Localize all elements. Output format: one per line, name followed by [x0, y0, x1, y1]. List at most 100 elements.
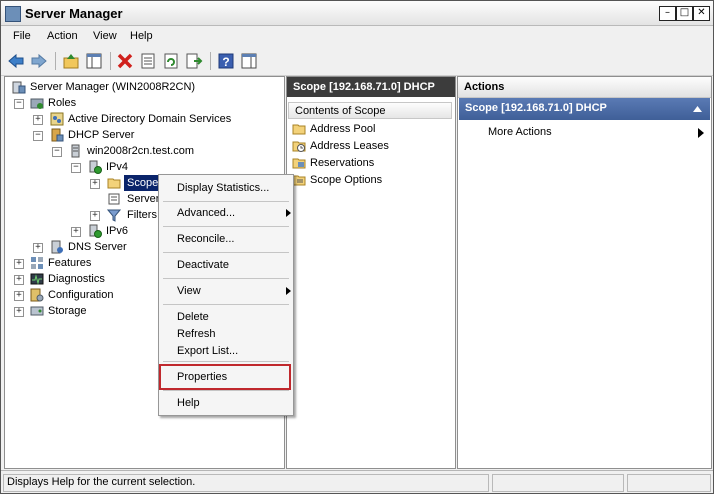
minimize-button[interactable]: –	[659, 6, 676, 21]
tree-label-dhcp-server: DHCP Server	[68, 129, 135, 141]
status-segment-main: Displays Help for the current selection.	[3, 474, 489, 492]
expand-adds-icon[interactable]: +	[33, 115, 43, 125]
tree-label-dns-server: DNS Server	[68, 241, 127, 253]
expand-ipv6-icon[interactable]: +	[71, 227, 81, 237]
expand-scope-icon[interactable]: +	[90, 179, 100, 189]
actions-pane-header: Actions	[458, 77, 711, 98]
diagnostics-icon	[30, 273, 44, 285]
menu-view[interactable]: View	[93, 30, 117, 42]
address-pool-icon	[292, 124, 306, 135]
menu-item-advanced[interactable]: Advanced...	[177, 205, 291, 221]
context-menu: Display Statistics... Advanced... Reconc…	[158, 174, 294, 416]
status-bar: Displays Help for the current selection.	[1, 470, 713, 493]
ipv4-icon	[89, 160, 102, 174]
tree-label-root: Server Manager (WIN2008R2CN)	[30, 81, 196, 93]
menu-item-delete[interactable]: Delete	[177, 309, 209, 325]
toolbar: ?	[1, 47, 713, 76]
tree-label-adds: Active Directory Domain Services	[68, 113, 232, 125]
tree-label-ipv4: IPv4	[106, 161, 129, 173]
server-computer-icon	[71, 144, 80, 158]
export-list-icon[interactable]	[185, 52, 203, 70]
menu-action[interactable]: Action	[47, 30, 78, 42]
address-leases-clock-icon	[292, 141, 306, 152]
properties-sheet-icon[interactable]	[139, 52, 157, 70]
folder-icon	[107, 178, 121, 189]
forward-arrow-icon[interactable]	[30, 52, 48, 70]
tree-label-diagnostics: Diagnostics	[48, 273, 105, 285]
tree-label-server-options: Server	[127, 193, 160, 205]
menu-bar: File Action View Help	[1, 26, 713, 46]
server-manager-icon	[12, 81, 26, 94]
toolbar-separator	[110, 52, 111, 70]
expand-storage-icon[interactable]: +	[14, 307, 24, 317]
collapse-ipv4-icon[interactable]: −	[71, 163, 81, 173]
reservations-icon	[292, 158, 306, 169]
dhcp-server-icon	[51, 128, 64, 142]
menu-separator	[163, 361, 289, 362]
tree-label-ipv6: IPv6	[106, 225, 129, 237]
menu-item-help[interactable]: Help	[177, 395, 200, 411]
close-button[interactable]: ✕	[693, 6, 710, 21]
expand-diagnostics-icon[interactable]: +	[14, 275, 24, 285]
list-label-address-pool: Address Pool	[310, 123, 376, 135]
menu-item-view[interactable]: View	[177, 283, 291, 299]
actions-section-bar[interactable]: Scope [192.168.71.0] DHCP	[459, 98, 710, 120]
server-manager-app-icon	[5, 6, 21, 22]
menu-item-export-list[interactable]: Export List...	[177, 343, 238, 359]
svg-text:?: ?	[222, 55, 229, 69]
more-actions-label: More Actions	[488, 126, 552, 138]
submenu-arrow-icon	[698, 128, 704, 138]
collapse-roles-icon[interactable]: −	[14, 99, 24, 109]
more-actions-item[interactable]: More Actions	[468, 125, 704, 141]
up-folder-icon[interactable]	[62, 52, 80, 70]
tree-label-storage: Storage	[48, 305, 87, 317]
menu-label-view: View	[177, 285, 201, 297]
dns-server-icon	[51, 240, 63, 254]
tree-label-scope: Scope	[124, 175, 162, 191]
show-hide-tree-icon[interactable]	[85, 52, 103, 70]
back-arrow-icon[interactable]	[7, 52, 25, 70]
menu-separator	[163, 226, 289, 227]
show-action-pane-icon[interactable]	[240, 52, 258, 70]
menu-separator	[163, 304, 289, 305]
actions-pane: Actions Scope [192.168.71.0] DHCP More A…	[457, 76, 712, 469]
collapse-up-icon[interactable]	[693, 106, 702, 112]
menu-separator	[163, 278, 289, 279]
server-options-icon	[108, 193, 120, 205]
column-header-label: Contents of Scope	[295, 105, 386, 117]
menu-separator	[163, 390, 289, 391]
menu-item-refresh[interactable]: Refresh	[177, 326, 216, 342]
expand-configuration-icon[interactable]: +	[14, 291, 24, 301]
menu-item-deactivate[interactable]: Deactivate	[177, 257, 229, 273]
server-manager-window: Server Manager – □ ✕ File Action View He…	[0, 0, 714, 494]
menu-help[interactable]: Help	[130, 30, 153, 42]
status-text: Displays Help for the current selection.	[7, 476, 196, 488]
refresh-icon[interactable]	[162, 52, 180, 70]
title-bar: Server Manager – □ ✕	[1, 1, 713, 26]
tree-label-host: win2008r2cn.test.com	[87, 145, 194, 157]
menu-file[interactable]: File	[13, 30, 31, 42]
expand-filters-icon[interactable]: +	[90, 211, 100, 221]
expand-features-icon[interactable]: +	[14, 259, 24, 269]
tree-label-configuration: Configuration	[48, 289, 114, 301]
active-directory-icon	[50, 112, 64, 126]
menu-separator	[163, 201, 289, 202]
roles-icon	[30, 98, 44, 109]
tree-label-filters: Filters	[127, 209, 157, 221]
help-icon[interactable]: ?	[217, 52, 235, 70]
menu-separator	[163, 252, 289, 253]
column-header-contents[interactable]: Contents of Scope	[288, 102, 452, 119]
delete-x-icon[interactable]	[116, 52, 134, 70]
maximize-button[interactable]: □	[676, 6, 693, 21]
menu-item-properties[interactable]: Properties	[177, 369, 227, 385]
menu-item-reconcile[interactable]: Reconcile...	[177, 231, 234, 247]
storage-icon	[30, 306, 44, 316]
expand-dns-icon[interactable]: +	[33, 243, 43, 253]
results-pane: Scope [192.168.71.0] DHCP Contents of Sc…	[286, 76, 456, 469]
toolbar-separator	[55, 52, 56, 70]
configuration-icon	[30, 288, 44, 302]
scope-options-icon	[292, 175, 306, 186]
collapse-host-icon[interactable]: −	[52, 147, 62, 157]
collapse-dhcp-icon[interactable]: −	[33, 131, 43, 141]
menu-item-display-statistics[interactable]: Display Statistics...	[177, 180, 269, 196]
